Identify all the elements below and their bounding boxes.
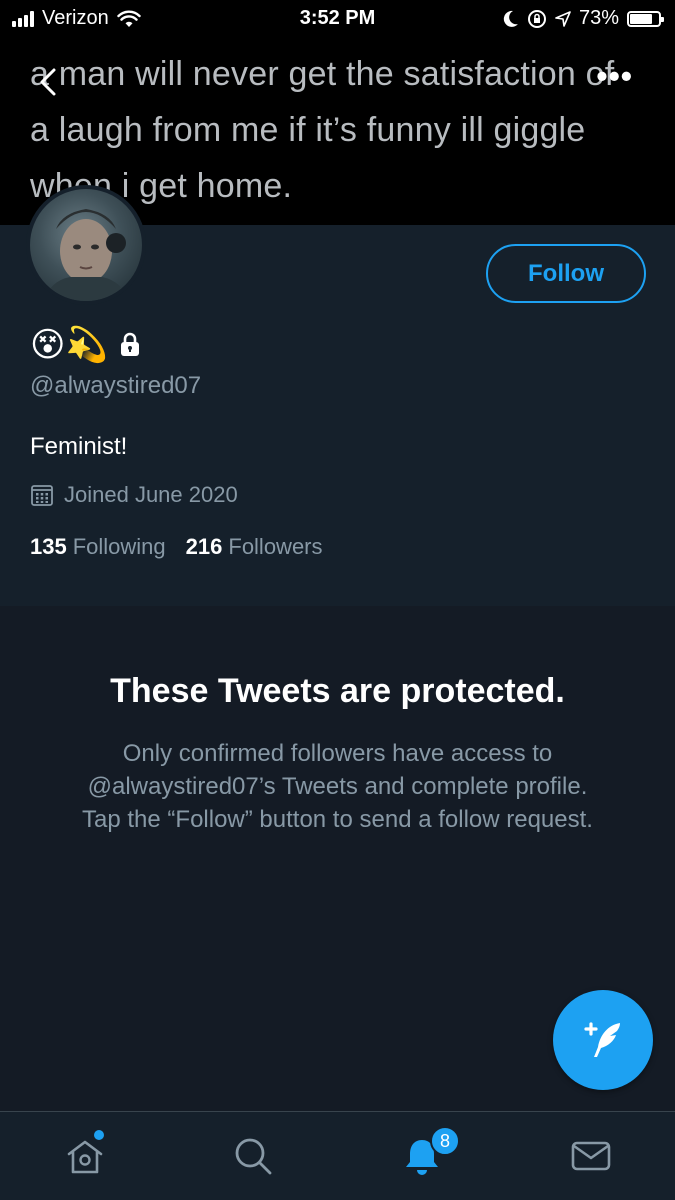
location-icon bbox=[555, 10, 571, 27]
avatar[interactable] bbox=[26, 185, 146, 305]
rotation-lock-icon bbox=[527, 9, 546, 28]
display-name: 😵💫 bbox=[30, 325, 144, 365]
bottom-tab-bar bbox=[0, 1111, 675, 1200]
battery-icon bbox=[627, 10, 664, 27]
followers-count: 216 bbox=[185, 534, 223, 559]
more-options-button[interactable]: ••• bbox=[596, 58, 633, 95]
protected-description: Only confirmed followers have access to … bbox=[82, 740, 593, 833]
following-count: 135 bbox=[30, 534, 67, 559]
profile-handle: @alwaystired07 bbox=[30, 372, 202, 399]
followers-link[interactable]: 216 Followers bbox=[186, 534, 323, 560]
status-right: 73% bbox=[503, 7, 664, 30]
battery-percent: 73% bbox=[578, 7, 619, 29]
compose-quill-icon bbox=[584, 1022, 620, 1057]
display-name-emojis: 😵💫 bbox=[30, 325, 108, 365]
search-icon[interactable] bbox=[231, 1134, 275, 1178]
notifications-badge: 8 bbox=[430, 1126, 460, 1156]
banner-text: a man will never get the satisfaction of… bbox=[30, 55, 615, 205]
home-new-indicator bbox=[94, 1130, 104, 1140]
lock-icon bbox=[120, 332, 139, 356]
joined-label: Joined June 2020 bbox=[64, 482, 238, 507]
follow-counts: 135 Following 216 Followers bbox=[30, 534, 323, 560]
calendar-icon bbox=[31, 485, 53, 506]
avatar-image bbox=[44, 209, 128, 301]
status-bar: Verizon 3:52 PM 73% bbox=[0, 0, 675, 38]
following-link[interactable]: 135 Following bbox=[30, 534, 166, 560]
compose-tweet-button[interactable] bbox=[553, 990, 653, 1090]
following-label: Following bbox=[72, 534, 166, 559]
protected-title: These Tweets are protected. bbox=[110, 672, 565, 710]
followers-label: Followers bbox=[228, 534, 323, 559]
profile-bio: Feminist! bbox=[30, 433, 128, 460]
joined-date: Joined June 2020 bbox=[30, 482, 238, 508]
home-icon[interactable] bbox=[63, 1134, 107, 1178]
moon-icon bbox=[503, 10, 518, 27]
messages-icon[interactable] bbox=[569, 1134, 613, 1178]
back-button[interactable] bbox=[34, 62, 64, 102]
follow-button[interactable]: Follow bbox=[486, 244, 646, 303]
